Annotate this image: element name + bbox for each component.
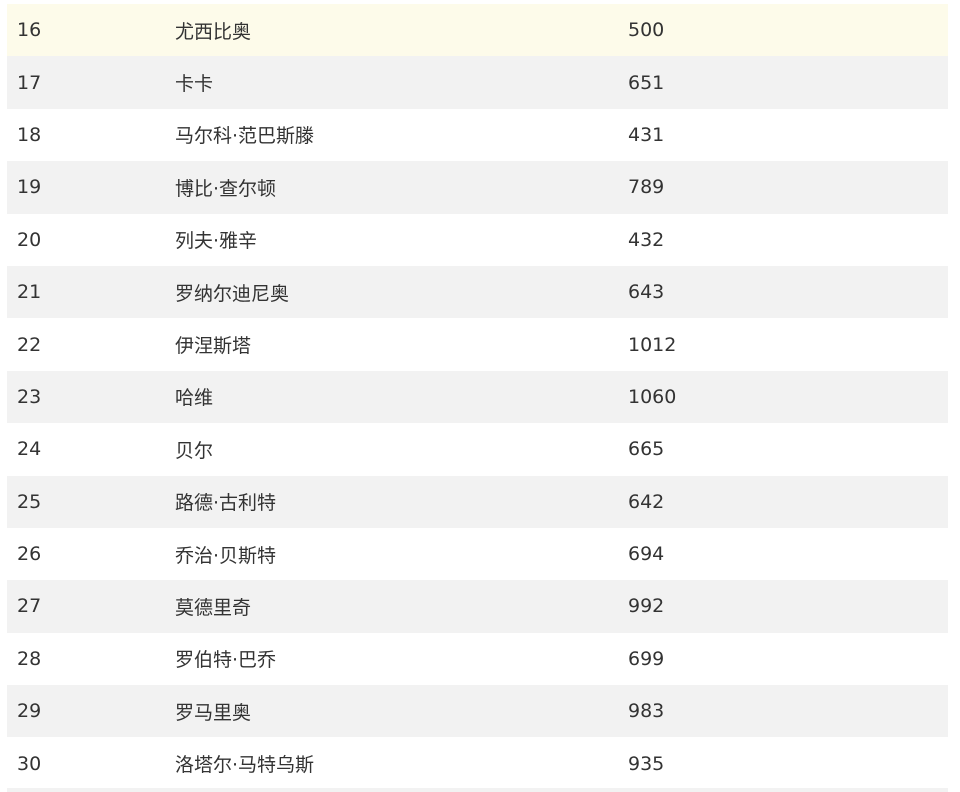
score-cell: 642 (628, 490, 665, 513)
table-row: 20 列夫·雅辛 432 (7, 213, 948, 266)
table-row: 27 莫德里奇 992 (7, 580, 948, 633)
rank-cell: 20 (17, 228, 42, 251)
rank-cell: 18 (17, 123, 42, 146)
rank-cell: 21 (17, 281, 42, 304)
rank-cell: 28 (17, 647, 42, 670)
score-cell: 1060 (628, 385, 677, 408)
score-cell: 992 (628, 595, 665, 618)
player-name-cell: 马尔科·范巴斯滕 (175, 125, 315, 148)
player-name-cell: 贝尔 (175, 439, 214, 462)
table-row: 29 罗马里奥 983 (7, 685, 948, 738)
player-name-cell: 列夫·雅辛 (175, 230, 258, 253)
table-row: 30 洛塔尔·马特乌斯 935 (7, 737, 948, 790)
player-name-cell: 罗马里奥 (175, 701, 252, 724)
player-name-cell: 伊涅斯塔 (175, 335, 252, 358)
rank-cell: 22 (17, 333, 42, 356)
player-name-cell: 路德·古利特 (175, 492, 277, 515)
rank-cell: 19 (17, 176, 42, 199)
player-name-cell: 博比·查尔顿 (175, 177, 277, 200)
rank-cell: 24 (17, 438, 42, 461)
rank-cell: 27 (17, 595, 42, 618)
rank-cell: 30 (17, 752, 42, 775)
rank-cell: 23 (17, 385, 42, 408)
score-cell: 651 (628, 71, 665, 94)
score-cell: 665 (628, 438, 665, 461)
player-name-cell: 尤西比奥 (175, 20, 252, 43)
player-name-cell: 哈维 (175, 387, 214, 410)
score-cell: 432 (628, 228, 665, 251)
table-row: 22 伊涅斯塔 1012 (7, 318, 948, 371)
rank-cell: 26 (17, 543, 42, 566)
player-name-cell: 罗伯特·巴乔 (175, 649, 277, 672)
table-row: 16 尤西比奥 500 (7, 4, 948, 57)
score-cell: 699 (628, 647, 665, 670)
table-row: 19 博比·查尔顿 789 (7, 161, 948, 214)
next-row-edge (7, 788, 948, 792)
table-row: 24 贝尔 665 (7, 423, 948, 476)
player-name-cell: 乔治·贝斯特 (175, 544, 277, 567)
score-cell: 1012 (628, 333, 677, 356)
player-name-cell: 洛塔尔·马特乌斯 (175, 754, 315, 777)
table-row: 17 卡卡 651 (7, 56, 948, 109)
player-name-cell: 莫德里奇 (175, 596, 252, 619)
table-row: 23 哈维 1060 (7, 370, 948, 424)
score-cell: 694 (628, 543, 665, 566)
rank-cell: 29 (17, 700, 42, 723)
score-cell: 431 (628, 123, 665, 146)
rank-cell: 16 (17, 19, 42, 42)
table-row: 25 路德·古利特 642 (7, 475, 948, 528)
score-cell: 643 (628, 281, 665, 304)
ranking-table: 16 尤西比奥 500 17 卡卡 651 18 马尔科·范巴斯滕 431 19… (7, 4, 948, 790)
table-row: 21 罗纳尔迪尼奥 643 (7, 265, 948, 319)
table-row: 26 乔治·贝斯特 694 (7, 527, 948, 581)
score-cell: 935 (628, 752, 665, 775)
table-row: 28 罗伯特·巴乔 699 (7, 632, 948, 686)
table-row: 18 马尔科·范巴斯滕 431 (7, 108, 948, 162)
rank-cell: 17 (17, 71, 42, 94)
score-cell: 500 (628, 19, 665, 42)
score-cell: 789 (628, 176, 665, 199)
score-cell: 983 (628, 700, 665, 723)
player-name-cell: 罗纳尔迪尼奥 (175, 282, 290, 305)
player-name-cell: 卡卡 (175, 73, 214, 96)
rank-cell: 25 (17, 490, 42, 513)
